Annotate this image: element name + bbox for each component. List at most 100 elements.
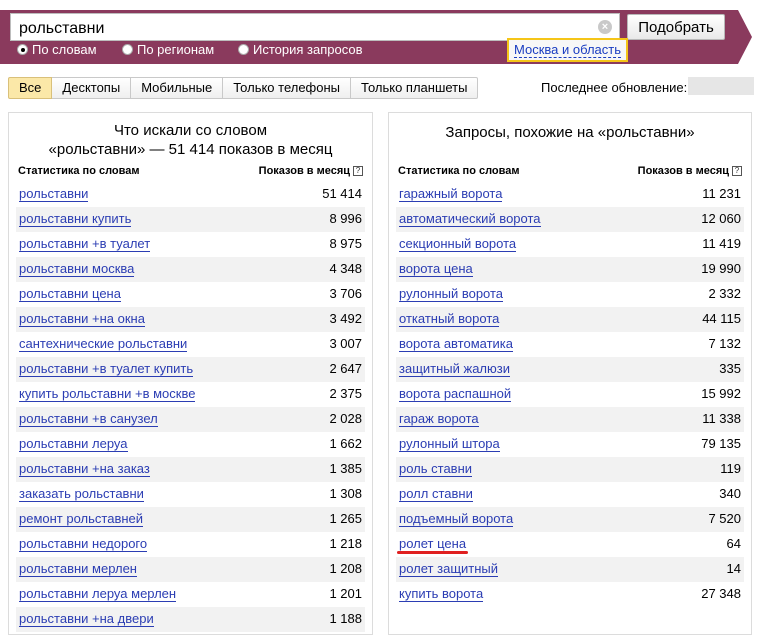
panel-title: Запросы, похожие на «рольставни» xyxy=(445,124,695,141)
table-row: ворота распашной 15 992 xyxy=(396,382,744,407)
table-row: рольставни москва 4 348 xyxy=(16,257,365,282)
impressions-count: 1 308 xyxy=(329,486,362,501)
search-input[interactable] xyxy=(10,13,620,41)
tab-mobile[interactable]: Мобильные xyxy=(131,77,224,99)
keyword-link[interactable]: рулонный ворота xyxy=(399,287,504,302)
keyword-link[interactable]: рольставни москва xyxy=(19,262,135,277)
last-update-label: Последнее обновление: xyxy=(541,80,688,95)
table-row: купить рольставни +в москве 2 375 xyxy=(16,382,365,407)
keyword-link[interactable]: рольставни купить xyxy=(19,212,132,227)
keyword-link[interactable]: рольставни цена xyxy=(19,287,121,302)
table-row: рольставни +в санузел 2 028 xyxy=(16,407,365,432)
tab-all[interactable]: Все xyxy=(8,77,53,99)
column-headers: Статистика по словам Показов в месяц? xyxy=(398,165,742,181)
table-row: гараж ворота 11 338 xyxy=(396,407,744,432)
keyword-link[interactable]: гаражный ворота xyxy=(399,187,503,202)
search-button[interactable]: Подобрать xyxy=(627,14,725,40)
keyword-link[interactable]: ворота автоматика xyxy=(399,337,514,352)
keyword-link[interactable]: сантехнические рольставни xyxy=(19,337,188,352)
similar-list: гаражный ворота 11 231 автоматический воро… xyxy=(396,182,744,607)
keyword-link[interactable]: рольставни +в туалет xyxy=(19,237,151,252)
impressions-count: 14 xyxy=(726,561,741,576)
keyword-link[interactable]: рольставни xyxy=(19,187,89,202)
table-row: ворота цена 19 990 xyxy=(396,257,744,282)
keyword-link[interactable]: рольставни леруа мерлен xyxy=(19,587,177,602)
keyword-link[interactable]: рольставни леруа xyxy=(19,437,128,452)
table-row: рольставни +на двери 1 188 xyxy=(16,607,365,632)
impressions-count: 3 007 xyxy=(329,336,362,351)
keyword-link[interactable]: защитный жалюзи xyxy=(399,362,510,377)
radio-by-regions[interactable]: По регионам xyxy=(122,42,214,57)
radio-by-words[interactable]: По словам xyxy=(17,42,97,57)
table-row: роль ставни 119 xyxy=(396,457,744,482)
table-row: гаражный ворота 11 231 xyxy=(396,182,744,207)
impressions-count: 4 348 xyxy=(329,261,362,276)
help-icon[interactable]: ? xyxy=(732,166,742,176)
impressions-count: 1 662 xyxy=(329,436,362,451)
table-row: рольставни +в туалет купить 2 647 xyxy=(16,357,365,382)
panel-title: Что искали со словом «рольставни» — 51 4… xyxy=(48,122,333,158)
keyword-link[interactable]: рольставни +в санузел xyxy=(19,412,158,427)
column-count: Показов в месяц? xyxy=(259,165,363,177)
radio-selected-icon xyxy=(17,44,28,55)
keyword-link[interactable]: купить ворота xyxy=(399,587,484,602)
keyword-link[interactable]: ремонт рольставней xyxy=(19,512,144,527)
keyword-link[interactable]: автоматический ворота xyxy=(399,212,541,227)
impressions-count: 2 647 xyxy=(329,361,362,376)
tab-desktops[interactable]: Десктопы xyxy=(52,77,132,99)
table-row: секционный ворота 11 419 xyxy=(396,232,744,257)
table-row: рольставни +в туалет 8 975 xyxy=(16,232,365,257)
impressions-count: 8 996 xyxy=(329,211,362,226)
impressions-count: 3 492 xyxy=(329,311,362,326)
region-selector[interactable]: Москва и область xyxy=(507,38,628,62)
clear-icon[interactable]: × xyxy=(598,20,612,34)
impressions-count: 11 419 xyxy=(702,236,741,251)
keyword-link[interactable]: откатный ворота xyxy=(399,312,500,327)
impressions-count: 1 208 xyxy=(329,561,362,576)
keyword-link[interactable]: рольставни +на двери xyxy=(19,612,154,627)
tab-phones-only[interactable]: Только телефоны xyxy=(223,77,352,99)
keyword-link[interactable]: ролл ставни xyxy=(399,487,473,502)
table-row: рольставни 51 414 xyxy=(16,182,365,207)
table-row: купить ворота 27 348 xyxy=(396,582,744,607)
column-headers: Статистика по словам Показов в месяц? xyxy=(18,165,363,181)
tab-tablets-only[interactable]: Только планшеты xyxy=(351,77,479,99)
table-row: рольставни купить 8 996 xyxy=(16,207,365,232)
table-row: ролет защитный 14 xyxy=(396,557,744,582)
keyword-link[interactable]: рольставни мерлен xyxy=(19,562,137,577)
keyword-link[interactable]: рольставни +на окна xyxy=(19,312,145,327)
radio-unselected-icon xyxy=(122,44,133,55)
keyword-link[interactable]: купить рольставни +в москве xyxy=(19,387,196,402)
impressions-count: 1 218 xyxy=(329,536,362,551)
keyword-link[interactable]: ролет цена xyxy=(399,537,467,552)
radio-query-history[interactable]: История запросов xyxy=(238,42,363,57)
keyword-link[interactable]: рулонный штора xyxy=(399,437,500,452)
column-keyword: Статистика по словам xyxy=(18,165,140,177)
keyword-link[interactable]: рольставни +на заказ xyxy=(19,462,150,477)
table-row: заказать рольставни 1 308 xyxy=(16,482,365,507)
keyword-link[interactable]: ворота цена xyxy=(399,262,473,277)
keyword-link[interactable]: ворота распашной xyxy=(399,387,512,402)
impressions-count: 51 414 xyxy=(322,186,362,201)
keyword-link[interactable]: рольставни недорого xyxy=(19,537,148,552)
keyword-link[interactable]: ролет защитный xyxy=(399,562,499,577)
impressions-count: 2 375 xyxy=(329,386,362,401)
keyword-list: рольставни 51 414 рольставни купить 8 996 ро… xyxy=(16,182,365,632)
table-row: ремонт рольставней 1 265 xyxy=(16,507,365,532)
keyword-link[interactable]: подъемный ворота xyxy=(399,512,514,527)
impressions-count: 335 xyxy=(719,361,741,376)
table-row: рулонный штора 79 135 xyxy=(396,432,744,457)
keyword-link[interactable]: роль ставни xyxy=(399,462,473,477)
keyword-link[interactable]: заказать рольставни xyxy=(19,487,144,502)
impressions-count: 1 201 xyxy=(329,586,362,601)
keyword-link[interactable]: гараж ворота xyxy=(399,412,479,427)
keyword-link[interactable]: секционный ворота xyxy=(399,237,517,252)
impressions-count: 11 231 xyxy=(702,186,741,201)
impressions-count: 119 xyxy=(720,461,741,476)
impressions-count: 12 060 xyxy=(701,211,741,226)
table-row: рулонный ворота 2 332 xyxy=(396,282,744,307)
impressions-count: 11 338 xyxy=(702,411,741,426)
keyword-link[interactable]: рольставни +в туалет купить xyxy=(19,362,194,377)
table-row: ролл ставни 340 xyxy=(396,482,744,507)
help-icon[interactable]: ? xyxy=(353,166,363,176)
